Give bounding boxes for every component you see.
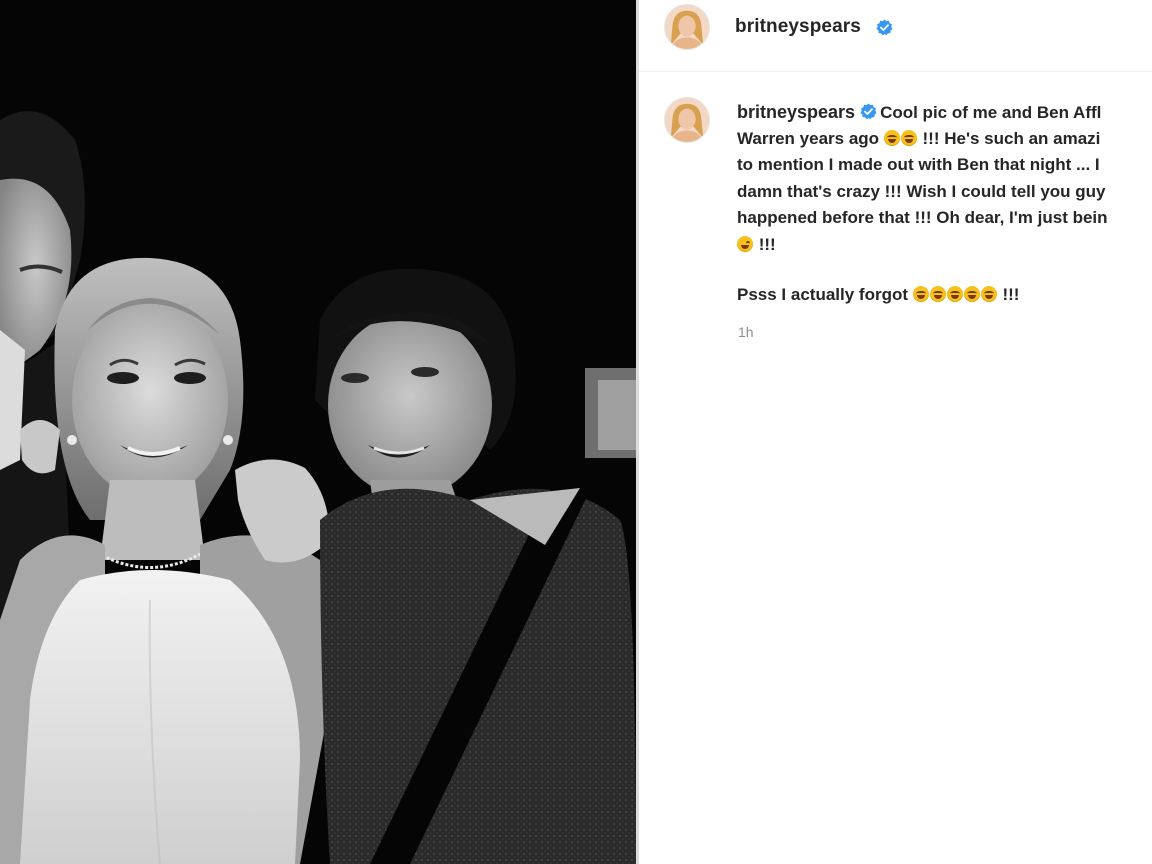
caption-line-3: to mention I made out with Ben that nigh… — [737, 155, 1100, 174]
caption-text-1: Cool pic of me and Ben Affl — [880, 103, 1102, 122]
laughing-emoji-icon — [912, 286, 929, 302]
caption-line-4: damn that's crazy !!! Wish I could tell … — [737, 181, 1106, 201]
post-photo[interactable] — [0, 0, 636, 864]
laughing-emoji-icon — [883, 129, 900, 146]
post-header: britneyspears — [639, 0, 1152, 72]
laughing-emoji-icon — [946, 286, 963, 302]
caption-line-6: !!! — [737, 232, 1152, 259]
laughing-emoji-icon — [980, 286, 997, 302]
laughing-emoji-icon — [963, 286, 980, 302]
laughing-emoji-icon — [929, 286, 946, 302]
caption-psss-line: Psss I actually forgot !!! — [737, 285, 1019, 305]
laughing-emoji-icon — [900, 129, 917, 146]
profile-avatar[interactable] — [664, 4, 710, 50]
post-timestamp[interactable]: 1h — [738, 324, 754, 340]
caption-psss-end: !!! — [1002, 285, 1020, 304]
wink-emoji-icon — [737, 235, 753, 252]
caption-psss-text: Psss I actually forgot — [737, 285, 908, 304]
caption-text-2a: Warren years ago — [737, 128, 880, 148]
verified-badge-icon — [876, 19, 893, 36]
post-caption: britneyspears Cool pic of me and Ben Affl… — [737, 99, 1152, 258]
post-details: britneyspears britneyspears Cool pic of m… — [639, 0, 1152, 864]
caption-text-2b: !!! He's such an amazi — [922, 128, 1101, 148]
verified-badge-icon — [860, 103, 877, 120]
caption-avatar[interactable] — [664, 97, 710, 143]
caption-line-1: britneyspears Cool pic of me and Ben Affl — [737, 99, 1152, 126]
caption-username[interactable]: britneyspears — [737, 102, 855, 122]
caption-text-6: !!! — [758, 234, 776, 254]
caption-line-2: Warren years ago !!! He's such an amazi — [737, 126, 1152, 153]
photo-image — [0, 0, 636, 864]
caption-line-5: happened before that !!! Oh dear, I'm ju… — [737, 208, 1108, 227]
header-username[interactable]: britneyspears — [735, 16, 861, 38]
